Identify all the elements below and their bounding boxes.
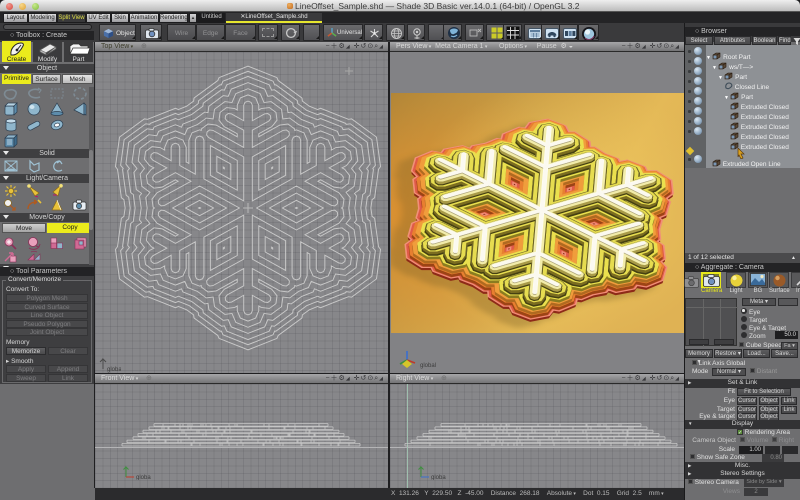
svg-text:global: global [420, 363, 436, 369]
svg-text:global: global [136, 475, 151, 480]
svg-text:global: global [431, 475, 446, 480]
svg-text:global: global [107, 367, 121, 373]
